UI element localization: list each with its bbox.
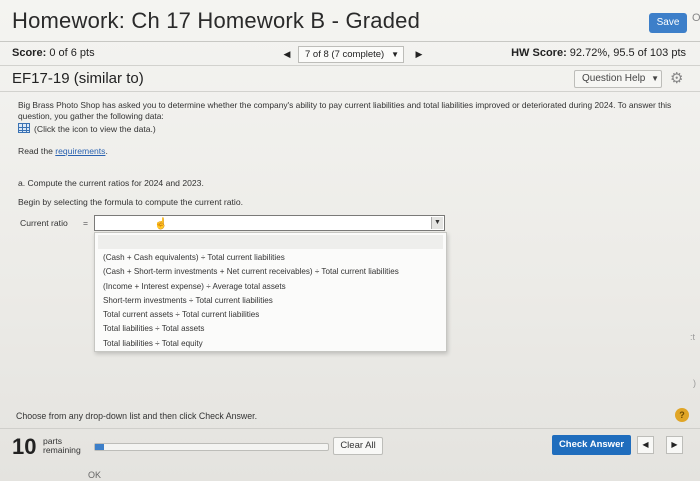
- score-label: Score:: [12, 47, 47, 59]
- part-a-instruction: a. Compute the current ratios for 2024 a…: [18, 178, 204, 188]
- chevron-down-icon: ▼: [391, 50, 399, 59]
- hand-pointer-icon: ☝: [154, 218, 168, 230]
- chevron-down-icon: ▼: [651, 74, 660, 83]
- equals-sign: =: [83, 218, 89, 228]
- header-bar: Homework: Ch 17 Homework B - Graded Save…: [0, 0, 700, 42]
- question-help-button[interactable]: Question Help ▼: [574, 70, 662, 88]
- parts-remaining-count: 10: [12, 434, 37, 459]
- read-prefix: Read the: [18, 146, 56, 156]
- data-link[interactable]: (Click the icon to view the data.): [18, 123, 156, 134]
- next-part-icon[interactable]: ▶: [666, 436, 683, 454]
- dropdown-options: (Cash + Cash equivalents) ÷ Total curren…: [95, 251, 446, 351]
- dropdown-option[interactable]: Short-term investments ÷ Total current l…: [95, 294, 446, 308]
- dropdown-option[interactable]: (Income + Interest expense) ÷ Average to…: [95, 280, 446, 294]
- ok-button-partial[interactable]: OK: [88, 470, 101, 480]
- problem-title: EF17-19 (similar to): [12, 70, 144, 87]
- edge-fragment: :t: [690, 332, 696, 342]
- table-icon[interactable]: [18, 123, 30, 133]
- save-button[interactable]: Save: [649, 13, 687, 33]
- hw-score-label: HW Score:: [511, 47, 567, 59]
- clear-all-button[interactable]: Clear All: [333, 437, 383, 455]
- dropdown-option[interactable]: Total liabilities ÷ Total assets: [95, 322, 446, 336]
- score-row: Score: 0 of 6 pts ◀ 7 of 8 (7 complete) …: [0, 42, 700, 66]
- read-requirements: Read the requirements.: [18, 146, 108, 156]
- check-answer-button[interactable]: Check Answer: [552, 435, 631, 455]
- requirements-link[interactable]: requirements: [55, 146, 105, 156]
- choose-hint: Choose from any drop-down list and then …: [16, 411, 258, 421]
- data-link-text: (Click the icon to view the data.): [34, 124, 156, 134]
- formula-select[interactable]: ▼: [94, 215, 445, 231]
- footer-divider: [0, 428, 700, 429]
- chevron-down-icon[interactable]: ▼: [431, 217, 443, 229]
- formula-dropdown-list: (Cash + Cash equivalents) ÷ Total curren…: [94, 232, 447, 352]
- parts-remaining-text: parts remaining: [43, 437, 81, 455]
- progress-bar: [94, 443, 329, 451]
- page-title: Homework: Ch 17 Homework B - Graded: [12, 8, 421, 33]
- hw-score-value: 92.72%, 95.5 of 103 pts: [569, 47, 686, 59]
- score-value: 0 of 6 pts: [49, 47, 95, 59]
- homework-page: Homework: Ch 17 Homework B - Graded Save…: [0, 0, 700, 481]
- dropdown-blank-option[interactable]: [98, 235, 443, 249]
- read-suffix: .: [105, 146, 108, 156]
- score-text: Score: 0 of 6 pts: [12, 47, 95, 59]
- help-question-icon[interactable]: ?: [675, 408, 689, 422]
- edge-glyph: O: [692, 12, 700, 24]
- current-ratio-label: Current ratio: [20, 218, 68, 228]
- question-select-value: 7 of 8 (7 complete): [305, 49, 385, 60]
- edge-fragment: ): [693, 378, 696, 388]
- remaining-line: remaining: [43, 445, 81, 455]
- dropdown-option[interactable]: Total liabilities ÷ Total equity: [95, 337, 446, 351]
- problem-row: EF17-19 (similar to) Question Help ▼ ⚙: [0, 66, 700, 92]
- question-select[interactable]: 7 of 8 (7 complete) ▼: [298, 46, 404, 63]
- question-help-label: Question Help: [582, 73, 646, 84]
- progress-fill: [95, 444, 105, 450]
- gear-icon[interactable]: ⚙: [670, 69, 683, 87]
- begin-instruction: Begin by selecting the formula to comput…: [18, 197, 243, 207]
- previous-part-icon[interactable]: ◀: [637, 436, 654, 454]
- problem-intro: Big Brass Photo Shop has asked you to de…: [18, 100, 672, 121]
- next-question-icon[interactable]: ▶: [410, 47, 428, 62]
- previous-question-icon[interactable]: ◀: [278, 47, 296, 62]
- hw-score: HW Score: 92.72%, 95.5 of 103 pts: [511, 47, 686, 59]
- dropdown-option[interactable]: (Cash + Cash equivalents) ÷ Total curren…: [95, 251, 446, 265]
- dropdown-option[interactable]: Total current assets ÷ Total current lia…: [95, 308, 446, 322]
- dropdown-option[interactable]: (Cash + Short-term investments + Net cur…: [95, 265, 446, 279]
